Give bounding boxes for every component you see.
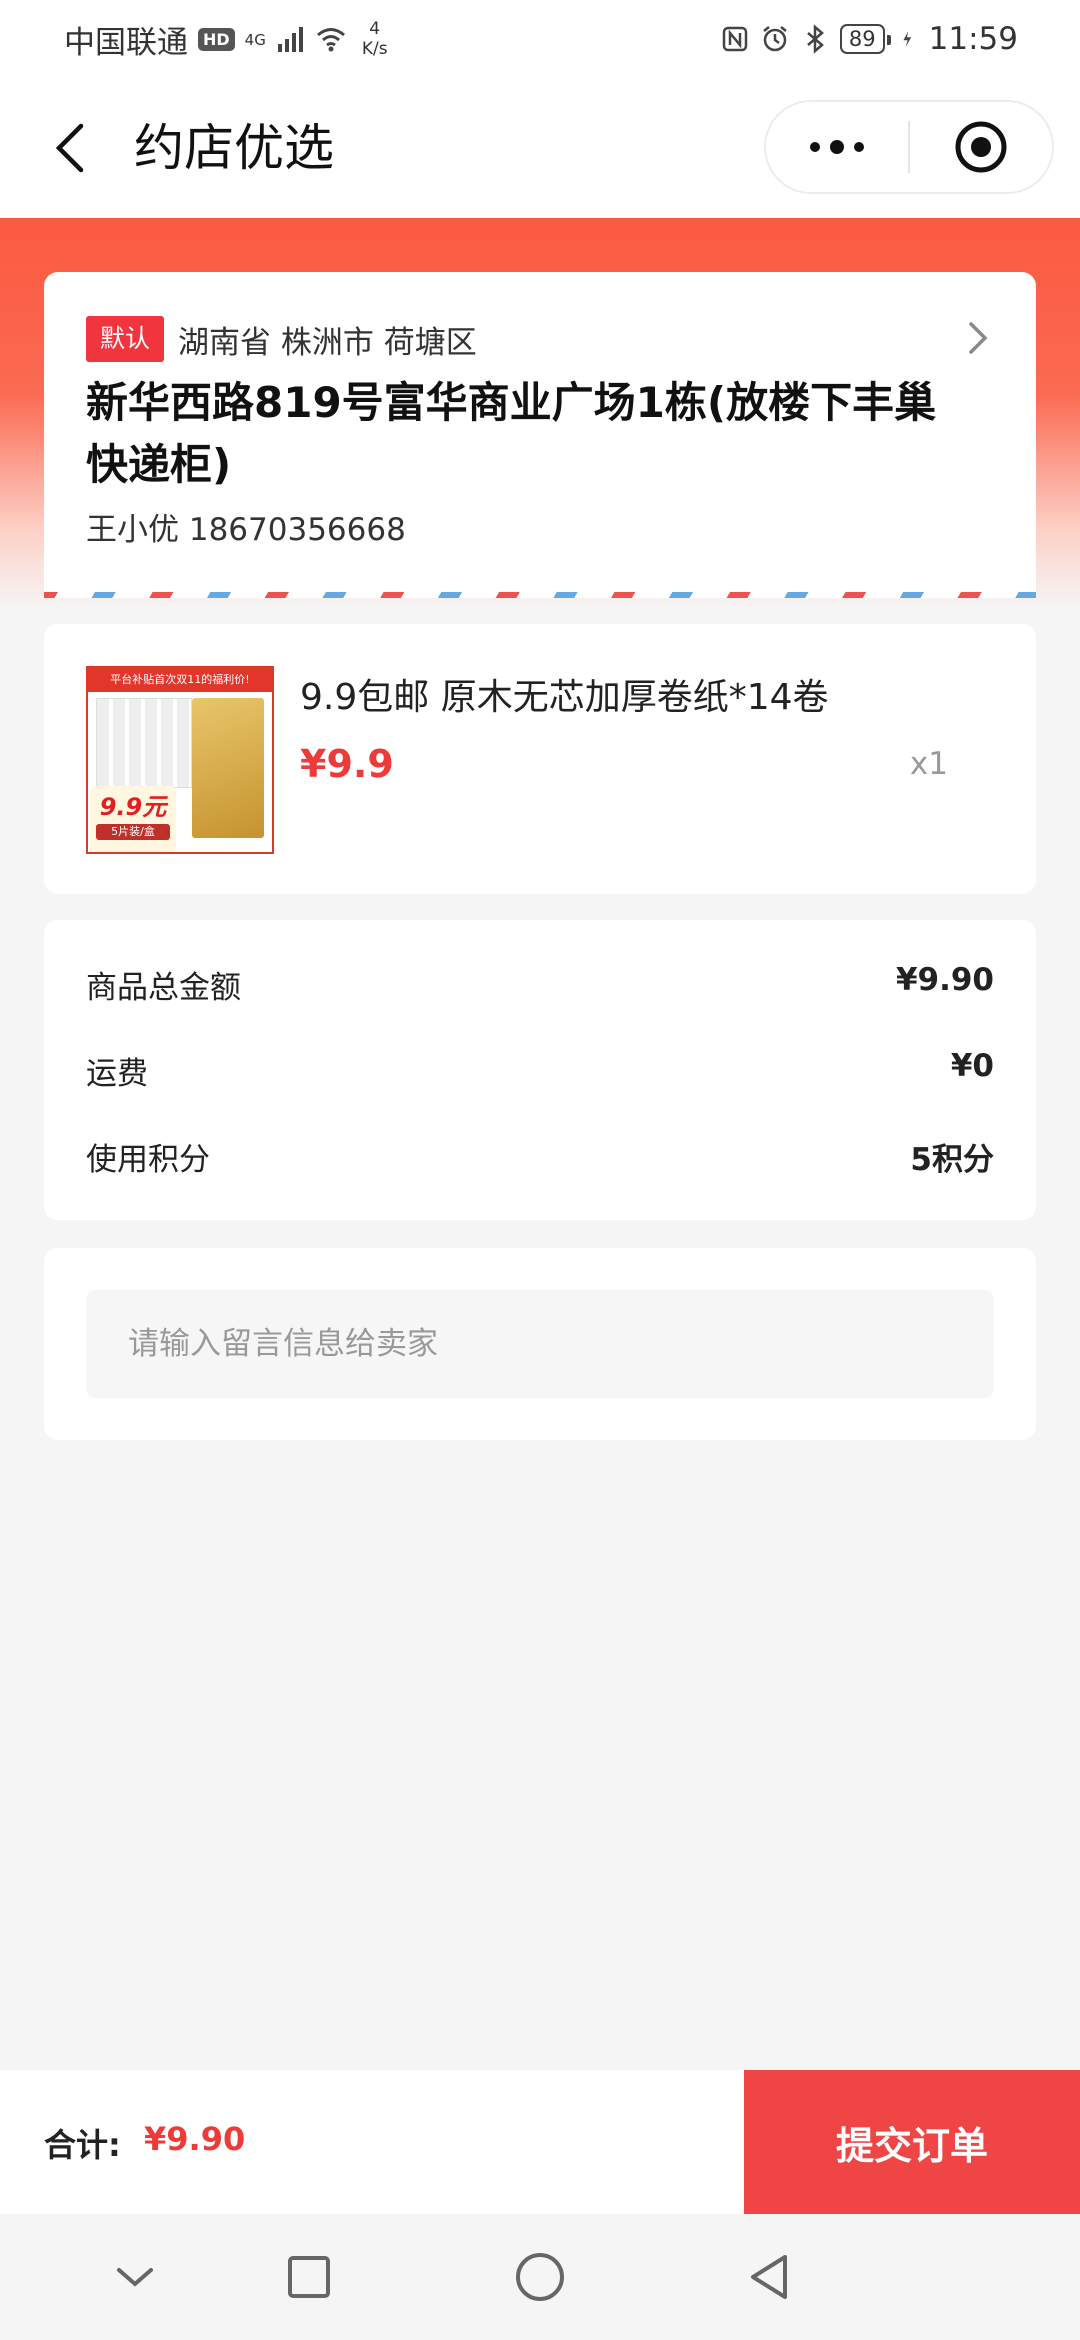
address-region: 湖南省 株洲市 荷塘区 — [178, 324, 477, 361]
nav-bar: 约店优选 — [0, 78, 1080, 218]
status-bar-left: 中国联通 HD 4G 4 K/s — [64, 17, 388, 62]
square-icon — [288, 2256, 330, 2298]
address-region-line: 默认 湖南省 株洲市 荷塘区 — [86, 316, 477, 362]
summary-value: ¥0 — [950, 1048, 994, 1084]
product-price: ¥9.9 — [300, 742, 394, 786]
summary-label: 运费 — [86, 1056, 148, 1092]
clock-time: 11:59 — [928, 21, 1018, 57]
thumb-banner: 平台补贴首次双11的福利价! — [88, 668, 272, 692]
speed-value: 4 — [369, 19, 381, 39]
wifi-icon — [316, 28, 345, 52]
system-back-button[interactable] — [736, 2244, 802, 2310]
message-card — [44, 1248, 1036, 1440]
summary-label: 使用积分 — [86, 1142, 210, 1178]
product-title: 9.9包邮 原木无芯加厚卷纸*14卷 — [300, 677, 829, 718]
speed-unit: K/s — [361, 39, 388, 59]
recents-button[interactable] — [276, 2244, 342, 2310]
chevron-down-icon — [117, 2268, 153, 2287]
hide-keyboard-button[interactable] — [102, 2244, 168, 2310]
product-card: 平台补贴首次双11的福利价! 9.9元 5片装/盒 9.9包邮 原木无芯加厚卷纸… — [44, 624, 1036, 894]
page-title: 约店优选 — [134, 119, 334, 177]
network-type: 4G — [244, 30, 266, 49]
address-detail: 新华西路819号富华商业广场1栋(放楼下丰巢快递柜) — [86, 378, 937, 489]
circle-icon — [516, 2253, 564, 2301]
battery-indicator: 89 — [839, 24, 891, 54]
more-dots-icon — [810, 140, 864, 154]
signal-icon — [277, 27, 303, 52]
product-image[interactable]: 平台补贴首次双11的福利价! 9.9元 5片装/盒 — [86, 666, 274, 854]
summary-row-subtotal: 商品总金额 ¥9.90 — [86, 962, 994, 1007]
chevron-left-icon — [55, 123, 84, 173]
total-value: ¥9.90 — [144, 2120, 246, 2158]
thumb-rolls — [96, 698, 192, 788]
bluetooth-icon — [807, 24, 824, 54]
summary-value: ¥9.90 — [895, 962, 994, 998]
address-contact: 王小优 18670356668 — [86, 512, 406, 548]
mini-program-capsule — [764, 100, 1054, 194]
summary-value: 5积分 — [910, 1142, 994, 1178]
carrier-name: 中国联通 — [64, 24, 188, 61]
triangle-back-icon — [751, 2255, 787, 2299]
chevron-right-icon — [969, 322, 988, 354]
more-button[interactable] — [766, 102, 908, 192]
summary-label: 商品总金额 — [86, 970, 241, 1006]
back-button[interactable] — [40, 118, 100, 178]
charging-icon — [903, 31, 911, 47]
target-icon — [955, 121, 1007, 173]
summary-row-shipping: 运费 ¥0 — [86, 1048, 994, 1093]
default-badge: 默认 — [86, 316, 165, 362]
summary-row-points: 使用积分 5积分 — [86, 1134, 994, 1179]
product-quantity: x1 — [909, 746, 948, 782]
total-label: 合计: — [44, 2126, 121, 2164]
thumb-pack: 5片装/盒 — [96, 824, 170, 840]
submit-order-button[interactable]: 提交订单 — [744, 2070, 1080, 2214]
address-card[interactable]: 默认 湖南省 株洲市 荷塘区 新华西路819号富华商业广场1栋(放楼下丰巢快递柜… — [44, 272, 1036, 598]
thumb-price: 9.9元 — [99, 793, 167, 821]
status-bar-right: 89 11:59 — [720, 21, 1018, 57]
alarm-icon — [763, 26, 787, 52]
system-nav-bar — [0, 2214, 1080, 2340]
order-summary-card: 商品总金额 ¥9.90 运费 ¥0 使用积分 5积分 — [44, 920, 1036, 1220]
airmail-border — [44, 592, 1036, 598]
status-bar: 中国联通 HD 4G 4 K/s 89 11:59 — [0, 0, 1080, 78]
seller-message-input[interactable] — [86, 1290, 994, 1398]
nfc-icon — [722, 26, 748, 52]
thumb-price-tag: 9.9元 5片装/盒 — [90, 786, 176, 852]
checkout-bar: 合计: ¥9.90 提交订单 — [0, 2070, 1080, 2214]
thumb-box — [192, 698, 264, 838]
close-mini-program-button[interactable] — [910, 102, 1052, 192]
network-speed: 4 K/s — [362, 19, 388, 59]
hd-badge: HD — [198, 27, 235, 51]
home-button[interactable] — [507, 2244, 573, 2310]
